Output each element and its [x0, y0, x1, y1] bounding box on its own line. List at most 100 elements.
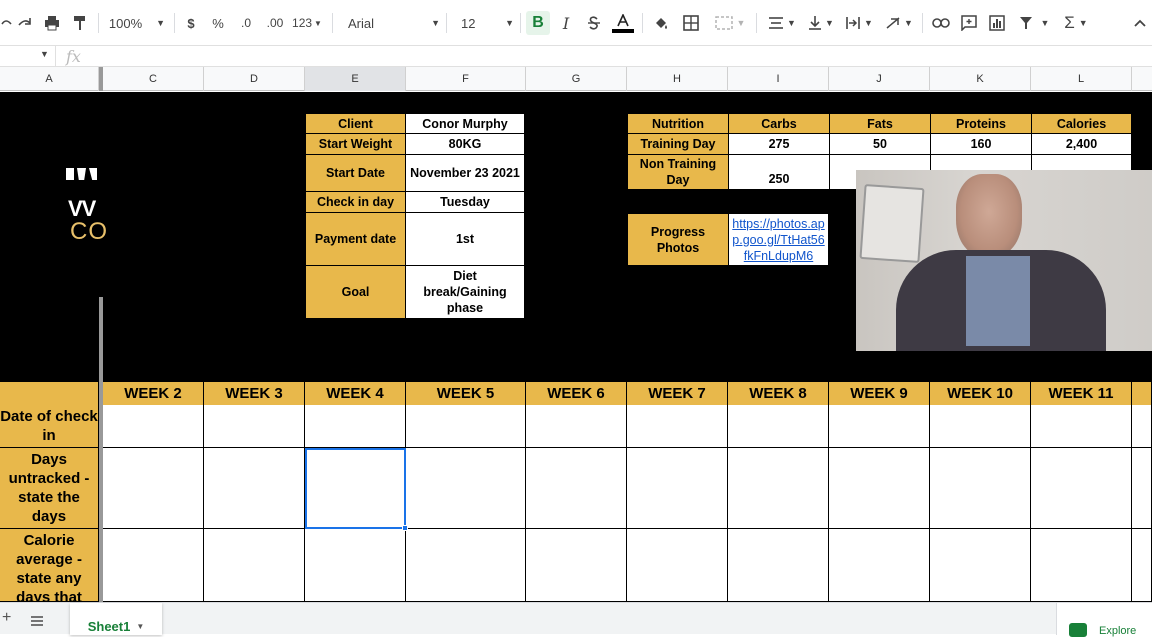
comment-icon[interactable]	[958, 11, 980, 35]
week-3-header[interactable]: WEEK 3	[204, 382, 305, 405]
non-training-day-label[interactable]: Non Training Day	[627, 154, 729, 190]
week-8-header[interactable]: WEEK 8	[728, 382, 829, 405]
strikethrough-icon[interactable]	[584, 11, 604, 35]
start-date-value[interactable]: November 23 2021	[405, 154, 525, 192]
payment-date-value[interactable]: 1st	[405, 212, 525, 266]
column-header-c[interactable]: C	[103, 67, 204, 91]
increase-decimal-button[interactable]: .00	[262, 11, 288, 35]
week-data-cell[interactable]	[627, 529, 728, 602]
date-of-check-in-label[interactable]: Date of check in	[0, 405, 98, 448]
week-10-header[interactable]: WEEK 10	[930, 382, 1031, 405]
column-header-e[interactable]: E	[305, 67, 406, 91]
column-header-k[interactable]: K	[930, 67, 1031, 91]
week-data-cell[interactable]	[406, 405, 526, 448]
calorie-average-label[interactable]: Calorie average - state any days that	[0, 529, 98, 602]
column-header-l[interactable]: L	[1031, 67, 1132, 91]
training-carbs[interactable]: 275	[728, 133, 830, 155]
week-data-cell[interactable]	[406, 448, 526, 529]
training-calories[interactable]: 2,400	[1031, 133, 1132, 155]
week-data-cell[interactable]	[1031, 405, 1132, 448]
week-data-cell[interactable]	[1031, 448, 1132, 529]
italic-button[interactable]: I	[556, 11, 576, 35]
collapse-toolbar-icon[interactable]	[1128, 11, 1152, 35]
font-family-select[interactable]: Arial ▼	[340, 11, 440, 35]
name-box[interactable]: ▼	[0, 46, 56, 66]
filter-icon[interactable]: ▼	[1014, 11, 1054, 35]
horizontal-align-icon[interactable]: ▼	[764, 11, 800, 35]
week-data-cell[interactable]	[1031, 529, 1132, 602]
week-data-cell[interactable]	[728, 529, 829, 602]
week-data-cell[interactable]	[728, 405, 829, 448]
column-header-g[interactable]: G	[526, 67, 627, 91]
client-value[interactable]: Conor Murphy	[405, 113, 525, 134]
link-icon[interactable]	[930, 11, 952, 35]
week-data-cell[interactable]	[204, 448, 305, 529]
all-sheets-icon[interactable]	[30, 613, 44, 631]
week-data-cell[interactable]	[526, 529, 627, 602]
start-weight-label[interactable]: Start Weight	[305, 133, 406, 155]
start-weight-value[interactable]: 80KG	[405, 133, 525, 155]
week-4-header[interactable]: WEEK 4	[305, 382, 406, 405]
week-data-cell[interactable]	[627, 405, 728, 448]
print-icon[interactable]	[42, 11, 62, 35]
calories-header[interactable]: Calories	[1031, 113, 1132, 134]
week-data-cell[interactable]	[305, 529, 406, 602]
column-header-i[interactable]: I	[728, 67, 829, 91]
carbs-header[interactable]: Carbs	[728, 113, 830, 134]
redo-icon[interactable]	[14, 11, 36, 35]
days-untracked-label[interactable]: Days untracked - state the days	[0, 448, 98, 529]
week-data-cell[interactable]	[526, 448, 627, 529]
week-data-cell[interactable]	[1132, 448, 1152, 529]
week-data-cell[interactable]	[305, 405, 406, 448]
goal-label[interactable]: Goal	[305, 265, 406, 319]
column-header-a[interactable]: A	[0, 67, 99, 91]
progress-photos-label[interactable]: Progress Photos	[627, 213, 729, 266]
week-11-header[interactable]: WEEK 11	[1031, 382, 1132, 405]
non-training-carbs[interactable]: 250	[728, 154, 830, 190]
font-size-select[interactable]: 12 ▼	[454, 11, 514, 35]
column-header-d[interactable]: D	[204, 67, 305, 91]
paint-format-icon[interactable]	[70, 11, 90, 35]
week-data-cell[interactable]	[103, 448, 204, 529]
week-data-cell[interactable]	[103, 405, 204, 448]
column-header-f[interactable]: F	[406, 67, 526, 91]
week-data-cell[interactable]	[103, 529, 204, 602]
chart-icon[interactable]	[986, 11, 1008, 35]
goal-value[interactable]: Diet break/Gaining phase	[405, 265, 525, 319]
training-fats[interactable]: 50	[829, 133, 931, 155]
week-data-cell[interactable]	[204, 529, 305, 602]
number-format-select[interactable]: 123 ▼	[290, 11, 324, 35]
week-data-cell[interactable]	[1132, 405, 1152, 448]
fill-color-icon[interactable]	[650, 11, 672, 35]
explore-button[interactable]: Explore	[1056, 603, 1152, 637]
formula-input[interactable]	[100, 46, 1150, 66]
check-in-day-value[interactable]: Tuesday	[405, 191, 525, 213]
week-data-cell[interactable]	[829, 448, 930, 529]
week-data-cell[interactable]	[627, 448, 728, 529]
start-date-label[interactable]: Start Date	[305, 154, 406, 192]
progress-photos-link[interactable]: https://photos.app.goo.gl/TtHat56fkFnLdu…	[728, 213, 829, 266]
week-6-header[interactable]: WEEK 6	[526, 382, 627, 405]
vertical-align-icon[interactable]: ▼	[804, 11, 838, 35]
merge-cells-icon[interactable]: ▼	[710, 11, 750, 35]
week-2-header[interactable]: WEEK 2	[103, 382, 204, 405]
zoom-select[interactable]: 100% ▼	[108, 11, 166, 35]
sheet-tab-sheet1[interactable]: Sheet1 ▼	[70, 603, 162, 635]
add-sheet-icon[interactable]: +	[2, 609, 11, 627]
week-12-header[interactable]	[1132, 382, 1152, 405]
nutrition-header[interactable]: Nutrition	[627, 113, 729, 134]
week-data-cell[interactable]	[930, 529, 1031, 602]
week-data-cell[interactable]	[930, 405, 1031, 448]
training-proteins[interactable]: 160	[930, 133, 1032, 155]
bold-button[interactable]: B	[526, 11, 550, 35]
week-data-cell[interactable]	[728, 448, 829, 529]
currency-button[interactable]: $	[182, 11, 200, 35]
week-data-cell[interactable]	[406, 529, 526, 602]
text-color-icon[interactable]	[610, 11, 636, 35]
fats-header[interactable]: Fats	[829, 113, 931, 134]
week-9-header[interactable]: WEEK 9	[829, 382, 930, 405]
text-wrap-icon[interactable]: ▼	[842, 11, 876, 35]
week-5-header[interactable]: WEEK 5	[406, 382, 526, 405]
proteins-header[interactable]: Proteins	[930, 113, 1032, 134]
undo-icon[interactable]	[0, 11, 12, 35]
